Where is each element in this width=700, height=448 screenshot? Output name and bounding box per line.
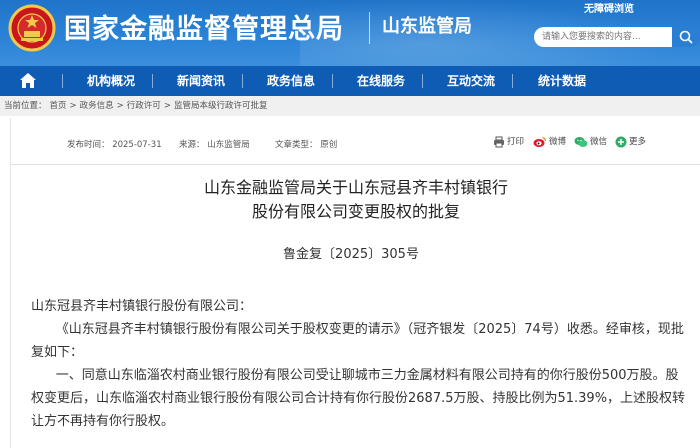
accessibility-link[interactable]: 无障碍浏览 — [584, 0, 634, 15]
weibo-icon — [533, 136, 547, 147]
breadcrumb-separator: > — [69, 101, 77, 111]
article-source: 来源： 山东监管局 — [179, 140, 250, 150]
weibo-share-button[interactable]: 微博 — [533, 135, 566, 148]
document-paragraph-2: 一、同意山东临淄农村商业银行股份有限公司受让聊城市三力金属材料有限公司持有的你行… — [31, 368, 686, 429]
more-share-button[interactable]: 更多 — [615, 135, 646, 148]
document-title: 山东金融监管局关于山东冠县齐丰村镇银行 股份有限公司变更股权的批复 — [11, 176, 700, 224]
document-body: 山东冠县齐丰村镇银行股份有限公司： 《山东冠县齐丰村镇银行股份有限公司关于股权变… — [31, 295, 691, 433]
nav-separator — [512, 74, 513, 88]
nav-item-gov-info[interactable]: 政务信息 — [267, 66, 315, 96]
site-header: 国家金融监督管理总局 山东监管局 无障碍浏览 — [0, 0, 700, 66]
document-paragraph-1: 《山东冠县齐丰村镇银行股份有限公司关于股权变更的请示》（冠齐银发〔2025〕74… — [31, 322, 684, 360]
breadcrumb-label: 当前位置： — [4, 101, 47, 111]
nav-separator — [422, 74, 423, 88]
wechat-label: 微信 — [590, 137, 608, 147]
nav-item-statistics[interactable]: 统计数据 — [538, 66, 586, 96]
search-input[interactable] — [534, 27, 672, 47]
search-icon — [679, 30, 693, 44]
breadcrumb-separator: > — [163, 101, 171, 111]
breadcrumb-separator: > — [116, 101, 124, 111]
breadcrumb-item-gov-info[interactable]: 政务信息 — [80, 101, 114, 111]
breadcrumb-item-home[interactable]: 首页 — [50, 101, 67, 111]
nav-separator — [332, 74, 333, 88]
publish-date: 发布时间： 2025-07-31 — [67, 140, 162, 150]
site-title: 国家金融监督管理总局 — [64, 14, 344, 45]
document-number: 鲁金复〔2025〕305号 — [283, 247, 419, 262]
document-addressee: 山东冠县齐丰村镇银行股份有限公司： — [31, 299, 253, 314]
print-label: 打印 — [507, 137, 525, 147]
more-label: 更多 — [629, 137, 647, 147]
article-type: 文章类型： 原创 — [275, 140, 338, 150]
breadcrumb-item-license[interactable]: 行政许可 — [127, 101, 161, 111]
document-title-line-2: 股份有限公司变更股权的批复 — [251, 202, 460, 221]
home-icon[interactable] — [18, 71, 38, 91]
article-meta: 发布时间： 2025-07-31 来源： 山东监管局 文章类型： 原创 打印 微… — [11, 118, 700, 164]
document-title-line-1: 山东金融监管局关于山东冠县齐丰村镇银行 — [203, 178, 508, 197]
nav-item-news[interactable]: 新闻资讯 — [177, 66, 225, 96]
weibo-label: 微博 — [549, 137, 567, 147]
search-button[interactable] — [672, 27, 700, 47]
nav-separator — [62, 74, 63, 88]
breadcrumb: 当前位置： 首页 > 政务信息 > 行政许可 > 监管局本级行政许可批复 — [0, 96, 700, 116]
title-divider — [369, 12, 370, 44]
wechat-icon — [574, 136, 588, 147]
meta-divider — [11, 164, 700, 165]
nav-separator — [152, 74, 153, 88]
national-emblem-icon — [8, 4, 56, 52]
article-container: 发布时间： 2025-07-31 来源： 山东监管局 文章类型： 原创 打印 微… — [10, 118, 700, 448]
main-nav: 机构概况 新闻资讯 政务信息 在线服务 互动交流 统计数据 — [0, 66, 700, 96]
nav-separator — [242, 74, 243, 88]
nav-item-online-service[interactable]: 在线服务 — [357, 66, 405, 96]
wechat-share-button[interactable]: 微信 — [574, 135, 607, 148]
more-plus-icon — [615, 136, 627, 147]
branch-title: 山东监管局 — [382, 16, 472, 37]
nav-item-interaction[interactable]: 互动交流 — [447, 66, 495, 96]
breadcrumb-item-current[interactable]: 监管局本级行政许可批复 — [174, 101, 268, 111]
print-button[interactable]: 打印 — [493, 135, 524, 148]
nav-item-about[interactable]: 机构概况 — [87, 66, 135, 96]
print-icon — [494, 136, 504, 147]
